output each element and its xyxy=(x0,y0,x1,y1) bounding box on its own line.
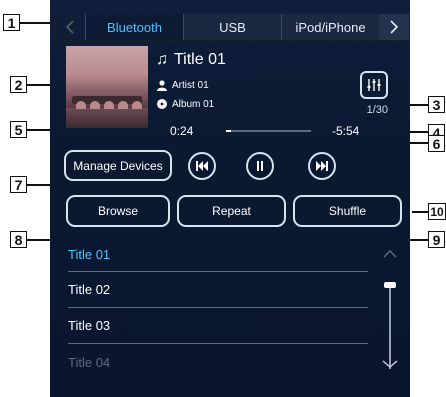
skip-back-icon xyxy=(196,161,208,171)
list-item[interactable]: Title 02 xyxy=(68,272,368,308)
callout-5: 5 xyxy=(10,121,27,138)
callout-8: 8 xyxy=(10,231,27,248)
callout-3: 3 xyxy=(428,96,445,113)
list-item[interactable]: Title 03 xyxy=(68,308,368,344)
list-item-current[interactable]: Title 01 xyxy=(68,238,368,272)
album-name: Album 01 xyxy=(172,98,215,110)
chevron-left-icon[interactable] xyxy=(55,14,85,40)
progress-fill xyxy=(226,130,232,132)
source-tab-bar: Bluetooth USB iPod/iPhone xyxy=(54,13,410,41)
scroll-down-icon[interactable] xyxy=(379,356,401,372)
sound-settings-button[interactable] xyxy=(360,71,388,99)
previous-track-button[interactable] xyxy=(188,152,216,180)
tab-usb[interactable]: USB xyxy=(183,14,281,40)
callout-6: 6 xyxy=(428,135,445,152)
track-title: Title 01 xyxy=(174,51,226,68)
disc-icon xyxy=(156,98,168,110)
person-icon xyxy=(156,79,168,91)
tab-ipod-iphone[interactable]: iPod/iPhone xyxy=(281,14,379,40)
callout-2: 2 xyxy=(10,76,27,93)
audio-screen: Bluetooth USB iPod/iPhone ♫ Title 01 Art… xyxy=(50,0,410,397)
callout-10: 10 xyxy=(428,203,446,220)
progress-bar[interactable] xyxy=(226,130,311,132)
repeat-button[interactable]: Repeat xyxy=(177,195,286,227)
callout-9: 9 xyxy=(428,231,445,248)
chevron-right-icon[interactable] xyxy=(379,14,409,40)
album-art xyxy=(66,46,148,128)
manage-devices-button[interactable]: Manage Devices xyxy=(64,150,172,181)
elapsed-time: 0:24 xyxy=(170,124,194,138)
next-track-button[interactable] xyxy=(308,152,336,180)
scroll-up-icon[interactable] xyxy=(379,246,401,262)
pause-button[interactable] xyxy=(246,152,274,180)
shuffle-button[interactable]: Shuffle xyxy=(293,195,402,227)
scrollbar-thumb[interactable] xyxy=(384,282,396,288)
track-count: 1/30 xyxy=(366,104,388,116)
callout-7: 7 xyxy=(10,176,27,193)
browse-button[interactable]: Browse xyxy=(66,195,170,227)
artist-name: Artist 01 xyxy=(172,79,209,91)
list-item[interactable]: Title 04 xyxy=(68,344,368,380)
skip-forward-icon xyxy=(316,161,328,171)
remaining-time: -5:54 xyxy=(332,124,360,138)
callout-1: 1 xyxy=(3,14,20,31)
music-note-icon: ♫ xyxy=(156,51,168,68)
pause-icon xyxy=(257,161,263,171)
equalizer-icon xyxy=(367,79,381,91)
tab-bluetooth[interactable]: Bluetooth xyxy=(85,14,183,40)
